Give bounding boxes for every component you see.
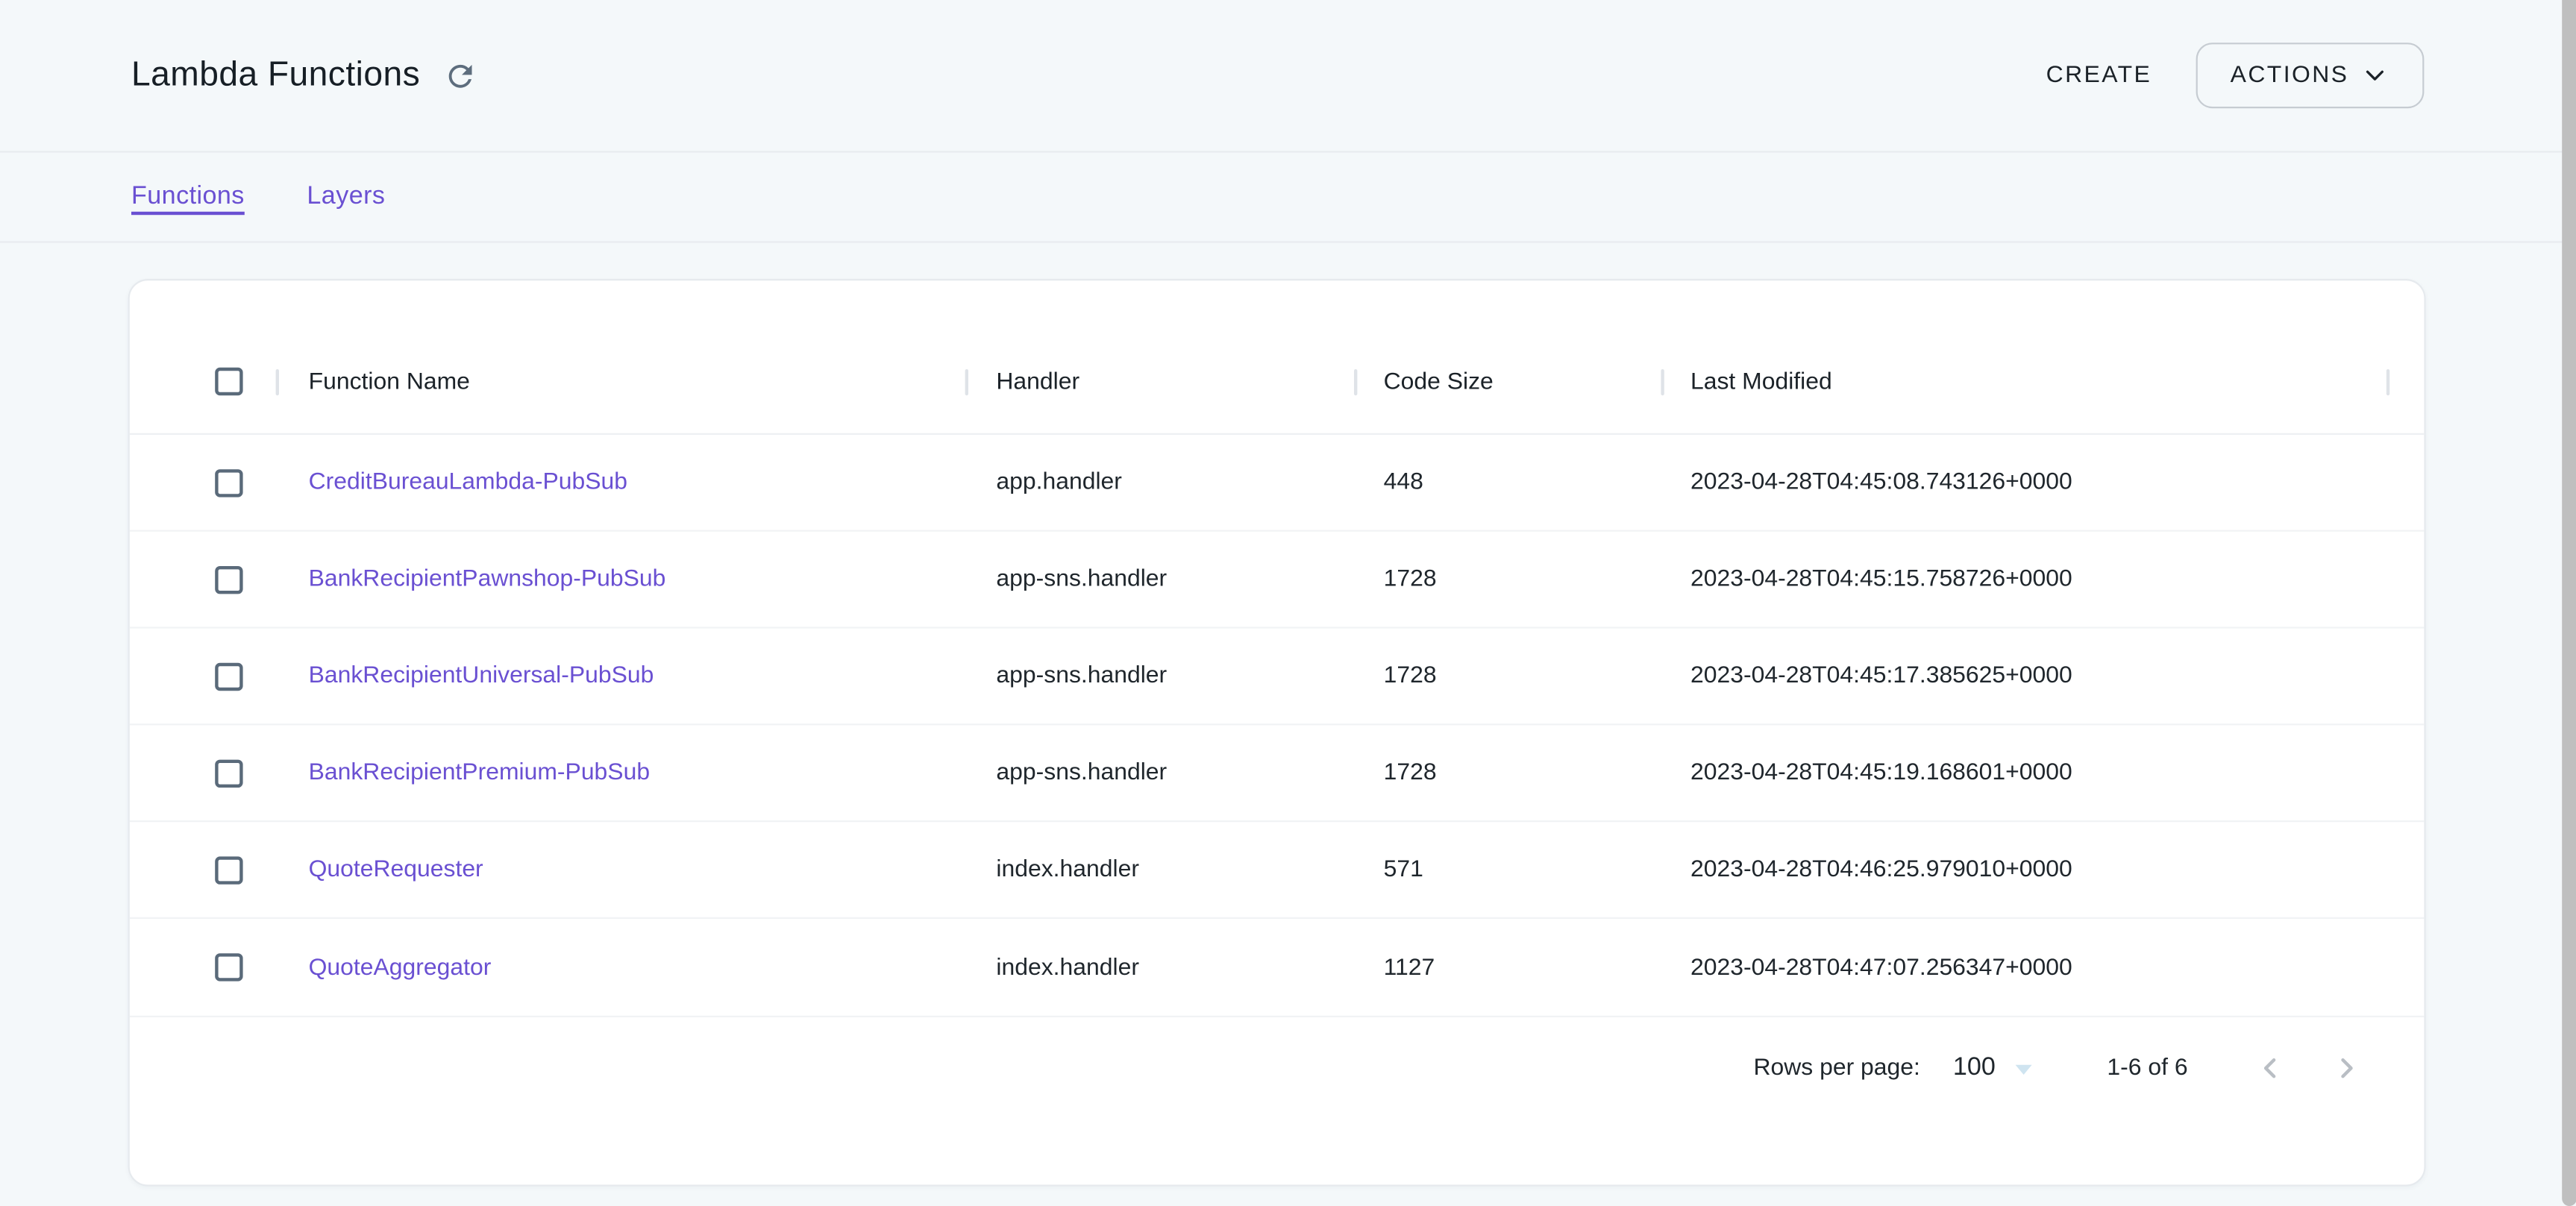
table-row: QuoteRequester index.handler 571 2023-04… [130, 823, 2425, 920]
column-header-code-size[interactable]: Code Size [1354, 330, 1661, 433]
handler-cell: app-sns.handler [965, 760, 1354, 786]
code-size-cell: 1127 [1354, 954, 1661, 980]
vertical-scrollbar[interactable] [2562, 0, 2576, 1206]
refresh-button[interactable] [443, 58, 477, 92]
table-header-row: Function Name Handler Code Size Last Mod… [130, 330, 2425, 435]
tab-bar: Functions Layers [0, 153, 2576, 243]
function-name-link[interactable]: BankRecipientPawnshop-PubSub [309, 566, 666, 592]
chevron-down-icon [2360, 60, 2390, 90]
code-size-cell: 1728 [1354, 663, 1661, 689]
table-row: QuoteAggregator index.handler 1127 2023-… [130, 920, 2425, 1017]
column-header-function-name[interactable]: Function Name [276, 330, 965, 433]
rows-per-page-value: 100 [1953, 1052, 1996, 1082]
header-checkbox-cell [130, 330, 276, 433]
last-modified-cell: 2023-04-28T04:45:19.168601+0000 [1661, 760, 2389, 786]
select-all-checkbox[interactable] [215, 368, 242, 395]
pagination: Rows per page: 100 1-6 of 6 [130, 1017, 2425, 1118]
last-modified-cell: 2023-04-28T04:45:08.743126+0000 [1661, 469, 2389, 495]
rows-per-page-select[interactable]: 100 [1953, 1052, 2108, 1082]
handler-cell: app-sns.handler [965, 663, 1354, 689]
table-row: BankRecipientUniversal-PubSub app-sns.ha… [130, 629, 2425, 726]
dropdown-arrow-icon [2015, 1065, 2031, 1075]
code-size-cell: 1728 [1354, 760, 1661, 786]
row-checkbox[interactable] [215, 565, 242, 593]
tab-layers[interactable]: Layers [307, 182, 385, 212]
next-page-button[interactable] [2328, 1048, 2367, 1087]
chevron-left-icon [2250, 1048, 2290, 1087]
row-checkbox[interactable] [215, 759, 242, 787]
handler-cell: index.handler [965, 954, 1354, 980]
page-header: Lambda Functions CREATE ACTIONS [0, 0, 2576, 153]
function-name-link[interactable]: QuoteRequester [309, 857, 483, 883]
create-button[interactable]: CREATE [2026, 46, 2171, 105]
function-name-link[interactable]: QuoteAggregator [309, 954, 492, 980]
actions-button[interactable]: ACTIONS [2196, 43, 2425, 108]
tab-functions[interactable]: Functions [131, 182, 245, 212]
row-checkbox[interactable] [215, 662, 242, 690]
row-checkbox[interactable] [215, 953, 242, 981]
last-modified-cell: 2023-04-28T04:46:25.979010+0000 [1661, 857, 2389, 883]
code-size-cell: 1728 [1354, 566, 1661, 592]
previous-page-button[interactable] [2250, 1048, 2290, 1087]
chevron-right-icon [2328, 1048, 2367, 1087]
table-row: BankRecipientPawnshop-PubSub app-sns.han… [130, 532, 2425, 629]
functions-table-card: Function Name Handler Code Size Last Mod… [128, 279, 2426, 1187]
actions-button-label: ACTIONS [2231, 63, 2349, 89]
last-modified-cell: 2023-04-28T04:45:15.758726+0000 [1661, 566, 2389, 592]
table-row: CreditBureauLambda-PubSub app.handler 44… [130, 435, 2425, 532]
table-row: BankRecipientPremium-PubSub app-sns.hand… [130, 726, 2425, 823]
page-title: Lambda Functions [131, 56, 420, 95]
row-checkbox[interactable] [215, 468, 242, 496]
rows-per-page-label: Rows per page: [1753, 1055, 1920, 1081]
lambda-functions-page: Lambda Functions CREATE ACTIONS [0, 0, 2576, 1206]
last-modified-cell: 2023-04-28T04:47:07.256347+0000 [1661, 954, 2389, 980]
code-size-cell: 448 [1354, 469, 1661, 495]
pagination-range: 1-6 of 6 [2107, 1055, 2187, 1081]
title-wrap: Lambda Functions [131, 56, 477, 95]
handler-cell: app.handler [965, 469, 1354, 495]
handler-cell: index.handler [965, 857, 1354, 883]
header-actions: CREATE ACTIONS [2026, 43, 2424, 108]
function-name-link[interactable]: BankRecipientUniversal-PubSub [309, 663, 654, 689]
refresh-icon [443, 58, 477, 92]
column-header-last-modified[interactable]: Last Modified [1661, 330, 2389, 433]
row-checkbox[interactable] [215, 856, 242, 884]
handler-cell: app-sns.handler [965, 566, 1354, 592]
function-name-link[interactable]: CreditBureauLambda-PubSub [309, 469, 627, 495]
function-name-link[interactable]: BankRecipientPremium-PubSub [309, 760, 650, 786]
code-size-cell: 571 [1354, 857, 1661, 883]
column-header-handler[interactable]: Handler [965, 330, 1354, 433]
last-modified-cell: 2023-04-28T04:45:17.385625+0000 [1661, 663, 2389, 689]
